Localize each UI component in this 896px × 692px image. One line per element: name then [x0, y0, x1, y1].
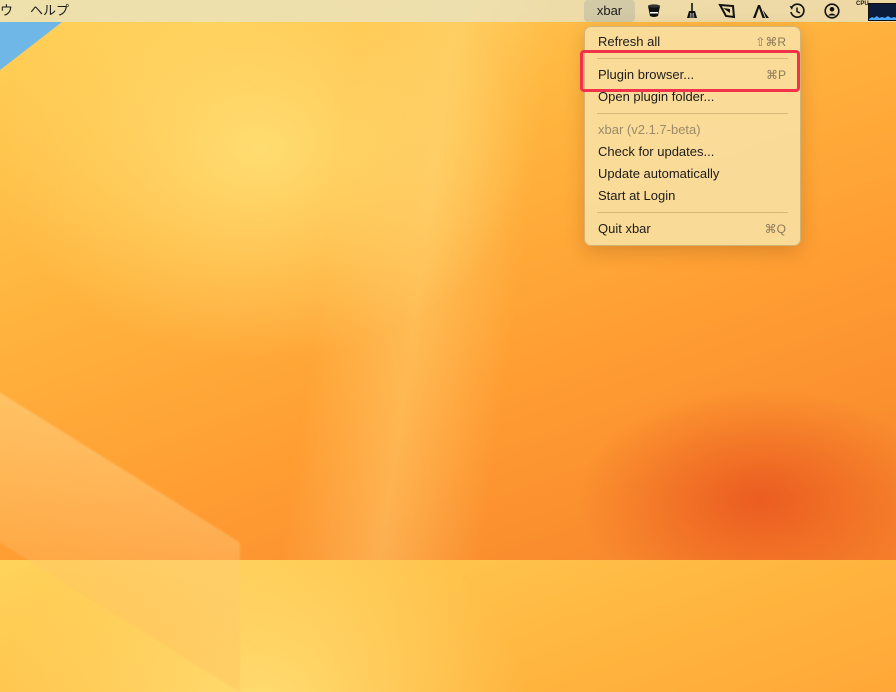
quit-shortcut: ⌘Q	[764, 222, 786, 236]
user-circle-icon[interactable]	[823, 3, 841, 19]
xbar-menu-button[interactable]: xbar	[584, 0, 635, 22]
menu-item-refresh-all[interactable]: Refresh all ⇧⌘R	[598, 32, 786, 52]
menu-item-quit[interactable]: Quit xbar ⌘Q	[598, 219, 786, 239]
wallpaper-blue-corner	[0, 22, 62, 70]
cpu-label: CPU	[856, 1, 869, 7]
cpu-graph-icon[interactable]	[868, 3, 896, 21]
wallpaper-streak	[0, 367, 240, 692]
wallpaper-glow	[280, 0, 560, 560]
version-label: xbar (v2.1.7-beta)	[598, 122, 701, 137]
check-updates-label: Check for updates...	[598, 144, 715, 159]
top-hat-icon[interactable]	[645, 3, 663, 19]
start-at-login-label: Start at Login	[598, 188, 676, 203]
menu-item-version: xbar (v2.1.7-beta)	[598, 120, 786, 140]
window-flag-icon[interactable]	[718, 3, 736, 19]
menu-item-update-automatically[interactable]: Update automatically	[598, 164, 786, 184]
menu-partial-item[interactable]: ウ	[0, 3, 13, 19]
menu-separator	[597, 113, 788, 114]
quit-label: Quit xbar	[598, 221, 651, 236]
time-machine-icon[interactable]	[788, 3, 806, 19]
refresh-all-shortcut: ⇧⌘R	[755, 35, 786, 49]
update-automatically-label: Update automatically	[598, 166, 720, 181]
text-a-icon[interactable]	[752, 3, 770, 19]
refresh-all-label: Refresh all	[598, 34, 661, 49]
menu-help[interactable]: ヘルプ	[30, 3, 69, 19]
menu-item-start-at-login[interactable]: Start at Login	[598, 186, 786, 206]
plugin-browser-highlight-box	[580, 50, 800, 92]
menu-separator	[597, 212, 788, 213]
menu-item-check-updates[interactable]: Check for updates...	[598, 142, 786, 162]
broom-icon[interactable]	[683, 3, 701, 19]
menu-bar: ウ ヘルプ xbar CPU	[0, 0, 896, 22]
